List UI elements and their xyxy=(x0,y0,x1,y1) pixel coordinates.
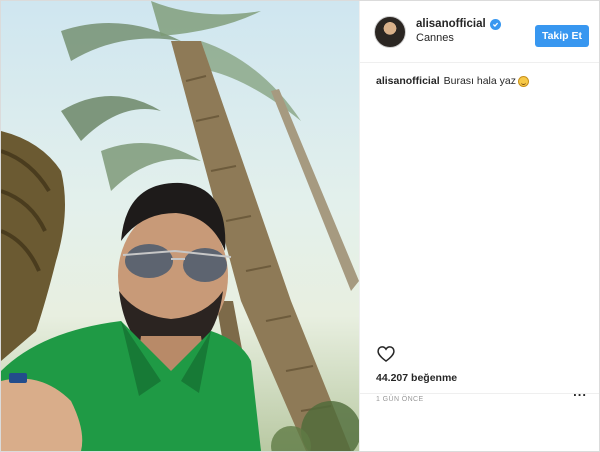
follow-button[interactable]: Takip Et xyxy=(534,25,589,47)
like-count[interactable]: 44.207 beğenme xyxy=(376,372,457,384)
account-info: alisanofficial Cannes xyxy=(416,17,501,45)
post-side-panel: alisanofficial Cannes Takip Et alisanoff… xyxy=(359,1,599,451)
caption-username-link[interactable]: alisanofficial xyxy=(376,75,440,87)
post-footer: 44.207 beğenme ... 1 GÜN ÖNCE xyxy=(360,346,599,451)
selfie-palm-trees-image xyxy=(1,1,359,451)
avatar[interactable] xyxy=(374,15,406,48)
post-photo[interactable] xyxy=(1,1,359,451)
post-caption: alisanofficial Burası hala yaz xyxy=(376,75,529,87)
username-link[interactable]: alisanofficial xyxy=(416,17,486,31)
post-timestamp[interactable]: 1 GÜN ÖNCE xyxy=(376,396,424,403)
instagram-post: alisanofficial Cannes Takip Et alisanoff… xyxy=(0,0,600,452)
more-options-icon[interactable]: ... xyxy=(573,384,587,399)
post-header: alisanofficial Cannes Takip Et xyxy=(360,1,599,63)
username-row: alisanofficial xyxy=(416,17,501,31)
heart-icon[interactable] xyxy=(376,344,396,364)
verified-badge-icon xyxy=(489,19,501,31)
caption-text: Burası hala yaz xyxy=(443,75,516,87)
location-link[interactable]: Cannes xyxy=(416,32,501,46)
smiling-face-emoji-icon xyxy=(517,75,529,87)
